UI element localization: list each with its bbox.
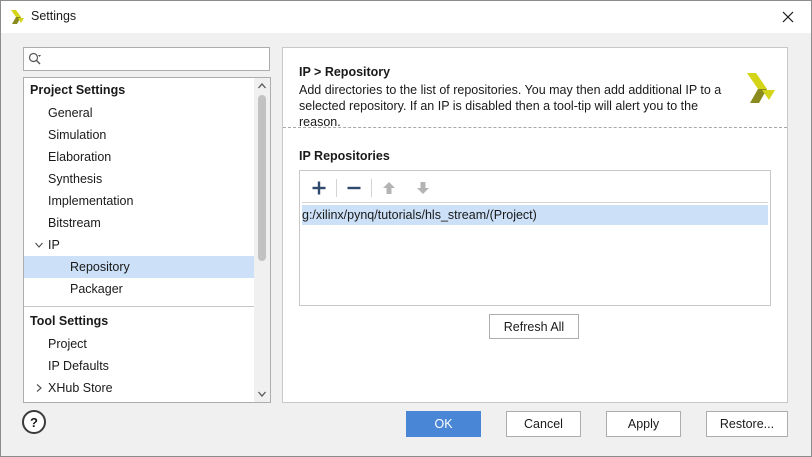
title-bar: Settings <box>1 1 811 33</box>
refresh-all-button[interactable]: Refresh All <box>489 314 579 339</box>
help-button[interactable]: ? <box>22 410 46 434</box>
ok-button[interactable]: OK <box>406 411 481 437</box>
tree-item-repository[interactable]: Repository <box>24 256 255 278</box>
tree-item-bitstream[interactable]: Bitstream <box>24 212 255 234</box>
scroll-thumb[interactable] <box>258 95 266 261</box>
tree-item-ip[interactable]: IP <box>24 234 255 256</box>
search-input[interactable] <box>46 50 266 68</box>
chevron-up-icon <box>258 83 266 89</box>
window-title: Settings <box>31 9 77 23</box>
add-repository-button[interactable] <box>306 176 332 200</box>
tree-scrollbar[interactable] <box>254 78 270 402</box>
apply-button[interactable]: Apply <box>606 411 681 437</box>
settings-navigation: Project Settings General Simulation Elab… <box>23 47 271 403</box>
scroll-down-button[interactable] <box>254 386 270 402</box>
close-button[interactable] <box>765 1 811 33</box>
settings-dialog: Settings Project Settings General Simula… <box>0 0 812 457</box>
plus-icon <box>312 181 326 195</box>
toolbar-divider <box>336 179 337 197</box>
close-icon <box>782 11 794 23</box>
xilinx-logo-icon <box>11 10 24 24</box>
chevron-down-icon <box>258 391 266 397</box>
search-box[interactable] <box>23 47 270 71</box>
page-description: Add directories to the list of repositor… <box>299 83 722 129</box>
tree-item-synthesis[interactable]: Synthesis <box>24 168 255 190</box>
tree-item-xhub-store-label: XHub Store <box>48 381 113 395</box>
tree-item-xhub-store[interactable]: XHub Store <box>24 377 255 399</box>
tree-item-simulation[interactable]: Simulation <box>24 124 255 146</box>
scroll-up-button[interactable] <box>254 78 270 94</box>
section-tool-settings: Tool Settings <box>30 314 109 328</box>
chevron-down-icon[interactable] <box>33 234 45 256</box>
page-header: IP > Repository Add directories to the l… <box>283 48 787 129</box>
xilinx-logo-icon <box>747 73 775 103</box>
tree-item-project[interactable]: Project <box>24 333 255 355</box>
arrow-up-icon <box>383 182 395 194</box>
cancel-button[interactable]: Cancel <box>506 411 581 437</box>
settings-tree: Project Settings General Simulation Elab… <box>23 77 271 403</box>
remove-repository-button[interactable] <box>341 176 367 200</box>
repositories-toolbar <box>302 173 768 203</box>
toolbar-divider <box>371 179 372 197</box>
tree-divider <box>24 306 255 307</box>
tree-item-general[interactable]: General <box>24 102 255 124</box>
restore-button[interactable]: Restore... <box>706 411 788 437</box>
chevron-right-icon[interactable] <box>33 377 45 399</box>
tree-item-implementation[interactable]: Implementation <box>24 190 255 212</box>
ip-repositories-label: IP Repositories <box>299 149 390 163</box>
tree-item-elaboration[interactable]: Elaboration <box>24 146 255 168</box>
arrow-down-icon <box>417 182 429 194</box>
search-icon <box>28 52 41 65</box>
tree-item-ip-label: IP <box>48 238 60 252</box>
move-down-button[interactable] <box>410 176 436 200</box>
tree-item-packager[interactable]: Packager <box>24 278 255 300</box>
page-title: IP > Repository <box>299 65 391 79</box>
repository-row[interactable]: g:/xilinx/pynq/tutorials/hls_stream/(Pro… <box>302 205 768 225</box>
move-up-button[interactable] <box>376 176 402 200</box>
settings-content: IP > Repository Add directories to the l… <box>282 47 788 403</box>
section-project-settings: Project Settings <box>30 83 126 97</box>
tree-item-ip-defaults[interactable]: IP Defaults <box>24 355 255 377</box>
ip-repositories-box: g:/xilinx/pynq/tutorials/hls_stream/(Pro… <box>299 170 771 306</box>
repositories-list: g:/xilinx/pynq/tutorials/hls_stream/(Pro… <box>302 205 768 225</box>
header-divider <box>283 127 787 128</box>
tree-list: Project Settings General Simulation Elab… <box>24 78 255 399</box>
minus-icon <box>347 186 361 190</box>
